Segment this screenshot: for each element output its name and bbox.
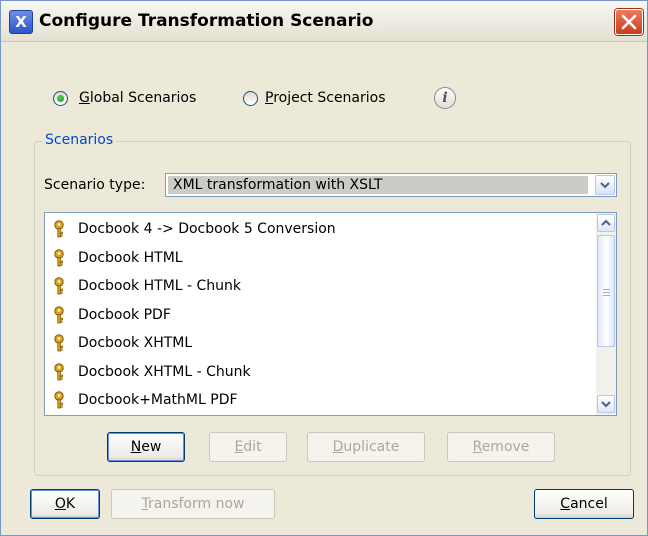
remove-button[interactable]: Remove bbox=[447, 432, 555, 462]
scenario-list-item[interactable]: Docbook+MathML PDF bbox=[45, 386, 593, 414]
scenario-item-label: Docbook 4 -> Docbook 5 Conversion bbox=[78, 221, 336, 237]
edit-button[interactable]: Edit bbox=[209, 432, 287, 462]
list-scrollbar[interactable] bbox=[596, 213, 616, 415]
close-button[interactable] bbox=[615, 9, 643, 35]
scenario-item-label: Docbook XHTML bbox=[78, 335, 193, 351]
scenario-list-item[interactable]: Docbook HTML bbox=[45, 244, 593, 272]
ok-button[interactable]: OK bbox=[30, 489, 100, 519]
edit-label: dit bbox=[243, 439, 262, 455]
project-scenarios-radio[interactable]: Project Scenarios bbox=[243, 89, 413, 111]
global-scenarios-mnemonic: G bbox=[79, 90, 90, 106]
remove-mnemonic: R bbox=[472, 439, 482, 455]
scenario-type-select[interactable]: XML transformation with XSLT bbox=[165, 173, 617, 197]
window-title: Configure Transformation Scenario bbox=[39, 11, 374, 31]
global-scenarios-text: lobal Scenarios bbox=[89, 90, 197, 106]
scenario-item-label: Docbook HTML - Chunk bbox=[78, 278, 242, 294]
close-icon bbox=[621, 14, 637, 30]
cancel-button[interactable]: Cancel bbox=[534, 489, 634, 519]
scroll-thumb[interactable] bbox=[597, 235, 615, 347]
scenario-item-label: Docbook HTML bbox=[78, 249, 183, 266]
scenario-type-value: XML transformation with XSLT bbox=[168, 176, 588, 194]
key-icon bbox=[54, 248, 64, 266]
transform-label: ransform now bbox=[148, 496, 245, 512]
duplicate-label: uplicate bbox=[343, 439, 400, 455]
edit-mnemonic: E bbox=[234, 439, 244, 455]
project-radio-circle bbox=[243, 91, 258, 106]
key-icon bbox=[54, 362, 64, 380]
chevron-down-icon bbox=[601, 401, 611, 408]
key-icon bbox=[54, 220, 64, 238]
cancel-label: ancel bbox=[570, 496, 608, 512]
new-button[interactable]: New bbox=[107, 432, 185, 462]
global-scenarios-radio[interactable]: Global Scenarios bbox=[53, 89, 223, 111]
scenario-list-item[interactable]: Docbook PDF bbox=[45, 301, 593, 329]
key-icon bbox=[54, 277, 64, 295]
remove-label: emove bbox=[481, 439, 530, 455]
key-icon bbox=[54, 305, 64, 323]
scenario-list-item[interactable]: Docbook XHTML bbox=[45, 329, 593, 357]
new-label: ew bbox=[141, 439, 162, 455]
duplicate-button[interactable]: Duplicate bbox=[307, 432, 425, 462]
title-bar: X Configure Transformation Scenario bbox=[1, 1, 647, 42]
project-scenarios-label: Project Scenarios bbox=[265, 90, 386, 106]
scenario-list-item[interactable]: Docbook XHTML - Chunk bbox=[45, 358, 593, 386]
scenario-item-label: Docbook+MathML PDF bbox=[78, 392, 238, 408]
dialog-window: X Configure Transformation Scenario Glob… bbox=[0, 0, 648, 536]
scroll-up-button[interactable] bbox=[597, 214, 615, 232]
cancel-mnemonic: C bbox=[560, 496, 571, 512]
scenario-item-label: Docbook XHTML - Chunk bbox=[78, 363, 251, 380]
ok-label: K bbox=[65, 496, 76, 512]
scenarios-group-title: Scenarios bbox=[42, 132, 117, 148]
global-radio-circle bbox=[53, 91, 68, 106]
project-scenarios-text: roject Scenarios bbox=[273, 90, 386, 106]
key-icon bbox=[54, 334, 64, 352]
project-scenarios-mnemonic: P bbox=[265, 90, 274, 106]
chevron-down-icon bbox=[600, 182, 610, 189]
scenario-list-item[interactable]: Docbook 4 -> Docbook 5 Conversion bbox=[45, 215, 593, 243]
ok-mnemonic: O bbox=[54, 496, 66, 512]
scenario-list[interactable]: Docbook 4 -> Docbook 5 Conversion Docbook… bbox=[44, 212, 617, 416]
scenario-list-item[interactable]: Docbook HTML - Chunk bbox=[45, 272, 593, 300]
radio-selected-dot bbox=[57, 95, 64, 102]
scenario-item-label: Docbook PDF bbox=[78, 306, 171, 323]
duplicate-mnemonic: D bbox=[332, 439, 344, 455]
scroll-down-button[interactable] bbox=[597, 395, 615, 413]
scenario-type-label: Scenario type: bbox=[44, 177, 146, 193]
scroll-grip-icon bbox=[603, 289, 610, 296]
key-icon bbox=[54, 391, 64, 409]
app-x-icon: X bbox=[9, 10, 33, 34]
transform-now-button[interactable]: Transform now bbox=[111, 489, 275, 519]
new-mnemonic: N bbox=[130, 439, 142, 455]
info-icon[interactable]: i bbox=[434, 87, 456, 109]
global-scenarios-label: Global Scenarios bbox=[79, 90, 196, 106]
dropdown-arrow-button[interactable] bbox=[595, 175, 615, 195]
chevron-up-icon bbox=[601, 219, 611, 226]
